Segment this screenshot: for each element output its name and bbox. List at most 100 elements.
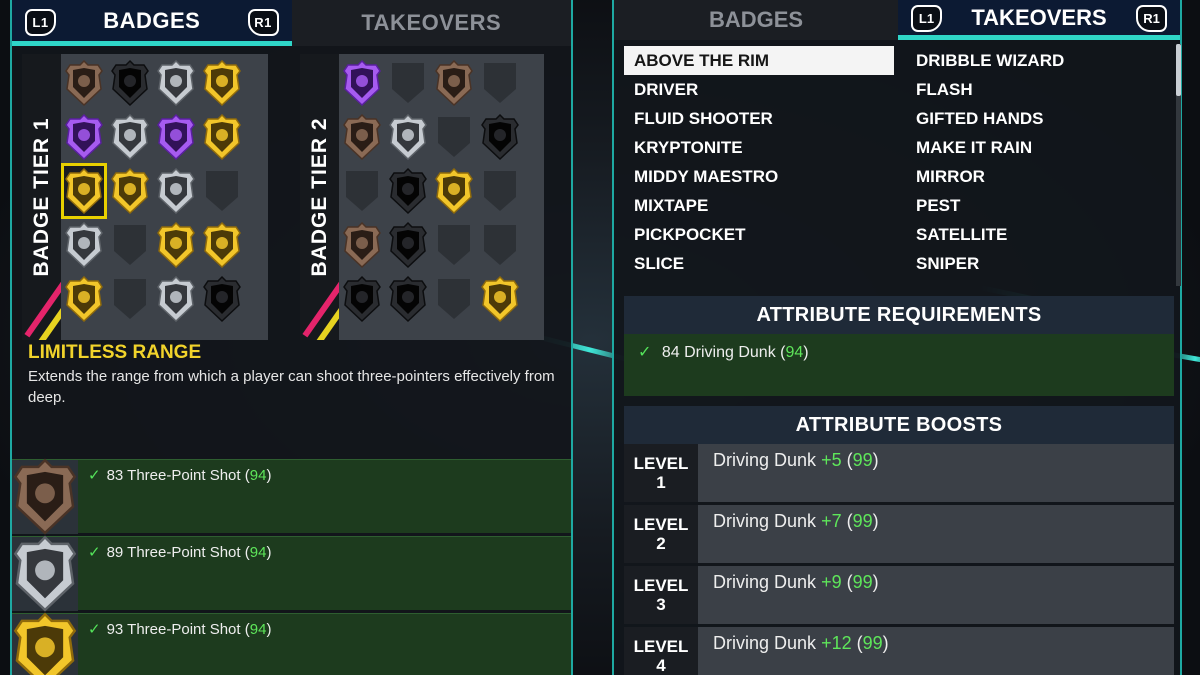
- takeover-list-item[interactable]: SATELLITE: [906, 220, 1171, 249]
- takeover-list-item[interactable]: DRIVER: [624, 75, 894, 104]
- badge-description-text: Extends the range from which a player ca…: [28, 368, 555, 406]
- badge-gold-icon[interactable]: [110, 166, 150, 216]
- requirement-current: 94: [249, 544, 267, 561]
- empty-badge-slot[interactable]: [434, 220, 474, 270]
- badge-silver-icon[interactable]: [156, 58, 196, 108]
- badge-purple-icon[interactable]: [156, 112, 196, 162]
- takeover-list: ABOVE THE RIM DRIVER FLUID SHOOTER KRYPTONI…: [624, 46, 1174, 280]
- requirement-current: 94: [249, 621, 267, 638]
- badge-gold-icon[interactable]: [480, 274, 520, 324]
- requirement-current: 94: [785, 344, 804, 361]
- l1-button-icon: L1: [25, 9, 56, 36]
- badge-name: LIMITLESS RANGE: [28, 342, 202, 363]
- requirement-value: 83: [106, 467, 124, 484]
- takeover-list-item[interactable]: MIDDY MAESTRO: [624, 162, 894, 191]
- tab-takeovers[interactable]: L1 TAKEOVERS R1: [898, 0, 1180, 40]
- requirement-value: 93: [106, 621, 124, 638]
- takeover-list-item[interactable]: DRIBBLE WIZARD: [906, 46, 1171, 75]
- empty-badge-slot[interactable]: [202, 166, 242, 216]
- badge-silver-icon[interactable]: [64, 220, 104, 270]
- takeover-list-item[interactable]: PEST: [906, 191, 1171, 220]
- badge-onyx-icon[interactable]: [480, 112, 520, 162]
- tab-takeovers-label: TAKEOVERS: [971, 4, 1107, 30]
- level-label: LEVEL 2: [624, 505, 698, 563]
- badge-onyx-icon[interactable]: [342, 274, 382, 324]
- badge-gold-icon[interactable]: [434, 166, 474, 216]
- takeover-list-item[interactable]: MIXTAPE: [624, 191, 894, 220]
- boost-attribute: Driving Dunk: [713, 633, 817, 653]
- empty-badge-slot[interactable]: [480, 166, 520, 216]
- badge-gold-icon[interactable]: [61, 163, 107, 219]
- attribute-boost-row: LEVEL 2 Driving Dunk +7 (99): [624, 505, 1174, 563]
- level-label: LEVEL 3: [624, 566, 698, 624]
- badge-onyx-icon[interactable]: [202, 274, 242, 324]
- requirement-attribute: Driving Dunk: [684, 344, 776, 361]
- boost-result: 99: [862, 633, 883, 653]
- badge-bronze-icon[interactable]: [434, 58, 474, 108]
- takeover-list-item[interactable]: GIFTED HANDS: [906, 104, 1171, 133]
- attribute-boosts-title: ATTRIBUTE BOOSTS: [624, 406, 1174, 444]
- badge-level-icon: [12, 535, 78, 612]
- takeover-list-item[interactable]: SLICE: [624, 249, 894, 278]
- takeover-list-item[interactable]: ABOVE THE RIM: [624, 46, 894, 75]
- takeover-list-item[interactable]: KRYPTONITE: [624, 133, 894, 162]
- empty-badge-slot[interactable]: [434, 274, 474, 324]
- badge-tier-2-grid: [342, 58, 520, 324]
- badge-onyx-icon[interactable]: [388, 274, 428, 324]
- check-icon: ✓: [88, 467, 101, 484]
- tab-badges[interactable]: BADGES: [614, 0, 898, 40]
- empty-badge-slot[interactable]: [110, 274, 150, 324]
- attribute-boost-row: LEVEL 3 Driving Dunk +9 (99): [624, 566, 1174, 624]
- tab-takeovers[interactable]: TAKEOVERS: [291, 0, 571, 46]
- badge-tier-1-label: BADGE TIER 1: [22, 54, 61, 340]
- scrollbar-thumb[interactable]: [1176, 44, 1181, 96]
- badge-onyx-icon[interactable]: [110, 58, 150, 108]
- empty-badge-slot[interactable]: [480, 58, 520, 108]
- empty-badge-slot[interactable]: [388, 58, 428, 108]
- empty-badge-slot[interactable]: [110, 220, 150, 270]
- tab-badges-label: BADGES: [708, 7, 804, 32]
- badge-gold-icon[interactable]: [156, 220, 196, 270]
- badge-tier-1-grid: [61, 58, 242, 324]
- takeover-list-item[interactable]: SNIPER: [906, 249, 1171, 278]
- tab-badges[interactable]: L1 BADGES R1: [12, 0, 292, 46]
- takeover-list-item[interactable]: FLASH: [906, 75, 1171, 104]
- takeover-list-item[interactable]: FLUID SHOOTER: [624, 104, 894, 133]
- empty-badge-slot[interactable]: [434, 112, 474, 162]
- badge-gold-icon[interactable]: [64, 274, 104, 324]
- badge-gold-icon[interactable]: [202, 220, 242, 270]
- boost-amount: +9: [821, 572, 842, 592]
- badge-silver-icon[interactable]: [110, 112, 150, 162]
- r1-button-icon: R1: [247, 9, 279, 36]
- badge-gold-icon[interactable]: [202, 58, 242, 108]
- boost-attribute: Driving Dunk: [713, 572, 817, 592]
- r1-button-icon: R1: [1136, 5, 1167, 32]
- badge-tier-2-panel: BADGE TIER 2: [300, 54, 544, 340]
- empty-badge-slot[interactable]: [480, 220, 520, 270]
- requirement-attribute: Three-Point Shot: [127, 544, 241, 561]
- attribute-boosts-section: ATTRIBUTE BOOSTS LEVEL 1 Driving Dunk +5…: [624, 406, 1174, 675]
- badge-silver-icon[interactable]: [156, 166, 196, 216]
- takeover-list-item[interactable]: PICKPOCKET: [624, 220, 894, 249]
- takeover-list-item[interactable]: MIRROR: [906, 162, 1171, 191]
- boost-amount: +5: [821, 450, 842, 470]
- badge-bronze-icon[interactable]: [342, 112, 382, 162]
- requirement-current: 94: [249, 467, 267, 484]
- badge-onyx-icon[interactable]: [388, 220, 428, 270]
- badge-gold-icon[interactable]: [202, 112, 242, 162]
- badge-purple-icon[interactable]: [342, 58, 382, 108]
- boost-amount: +7: [821, 511, 842, 531]
- takeover-list-item[interactable]: MAKE IT RAIN: [906, 133, 1171, 162]
- badge-silver-icon[interactable]: [388, 112, 428, 162]
- badge-purple-icon[interactable]: [64, 112, 104, 162]
- boost-result: 99: [852, 572, 873, 592]
- badge-requirement-row: ✓ 83 Three-Point Shot (94): [12, 458, 571, 535]
- badge-onyx-icon[interactable]: [388, 166, 428, 216]
- requirement-value: 84: [661, 344, 680, 361]
- badge-silver-icon[interactable]: [156, 274, 196, 324]
- tab-badges-label: BADGES: [103, 7, 201, 33]
- empty-badge-slot[interactable]: [342, 166, 382, 216]
- badge-bronze-icon[interactable]: [342, 220, 382, 270]
- badge-bronze-icon[interactable]: [64, 58, 104, 108]
- level-label: LEVEL 4: [624, 627, 698, 675]
